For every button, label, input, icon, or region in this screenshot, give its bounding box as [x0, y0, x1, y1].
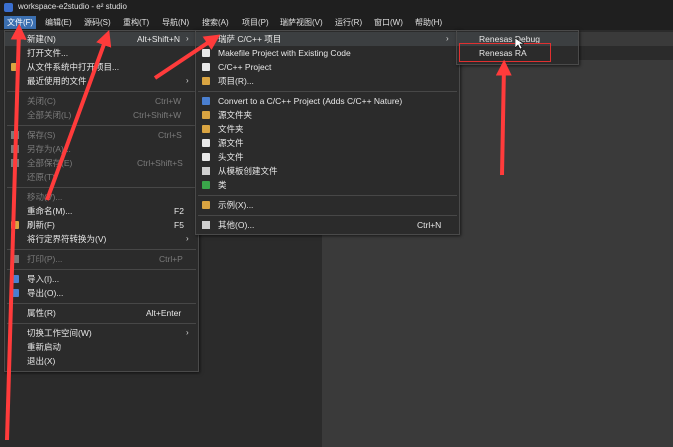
mouse-cursor-icon	[515, 38, 524, 50]
annotation-arrows	[5, 23, 512, 441]
arrow-to-renesas-ra	[495, 59, 512, 176]
arrow-to-renesas-project	[153, 34, 221, 80]
arrow-to-new-item	[45, 29, 112, 201]
arrow-to-file-menu	[5, 23, 27, 441]
